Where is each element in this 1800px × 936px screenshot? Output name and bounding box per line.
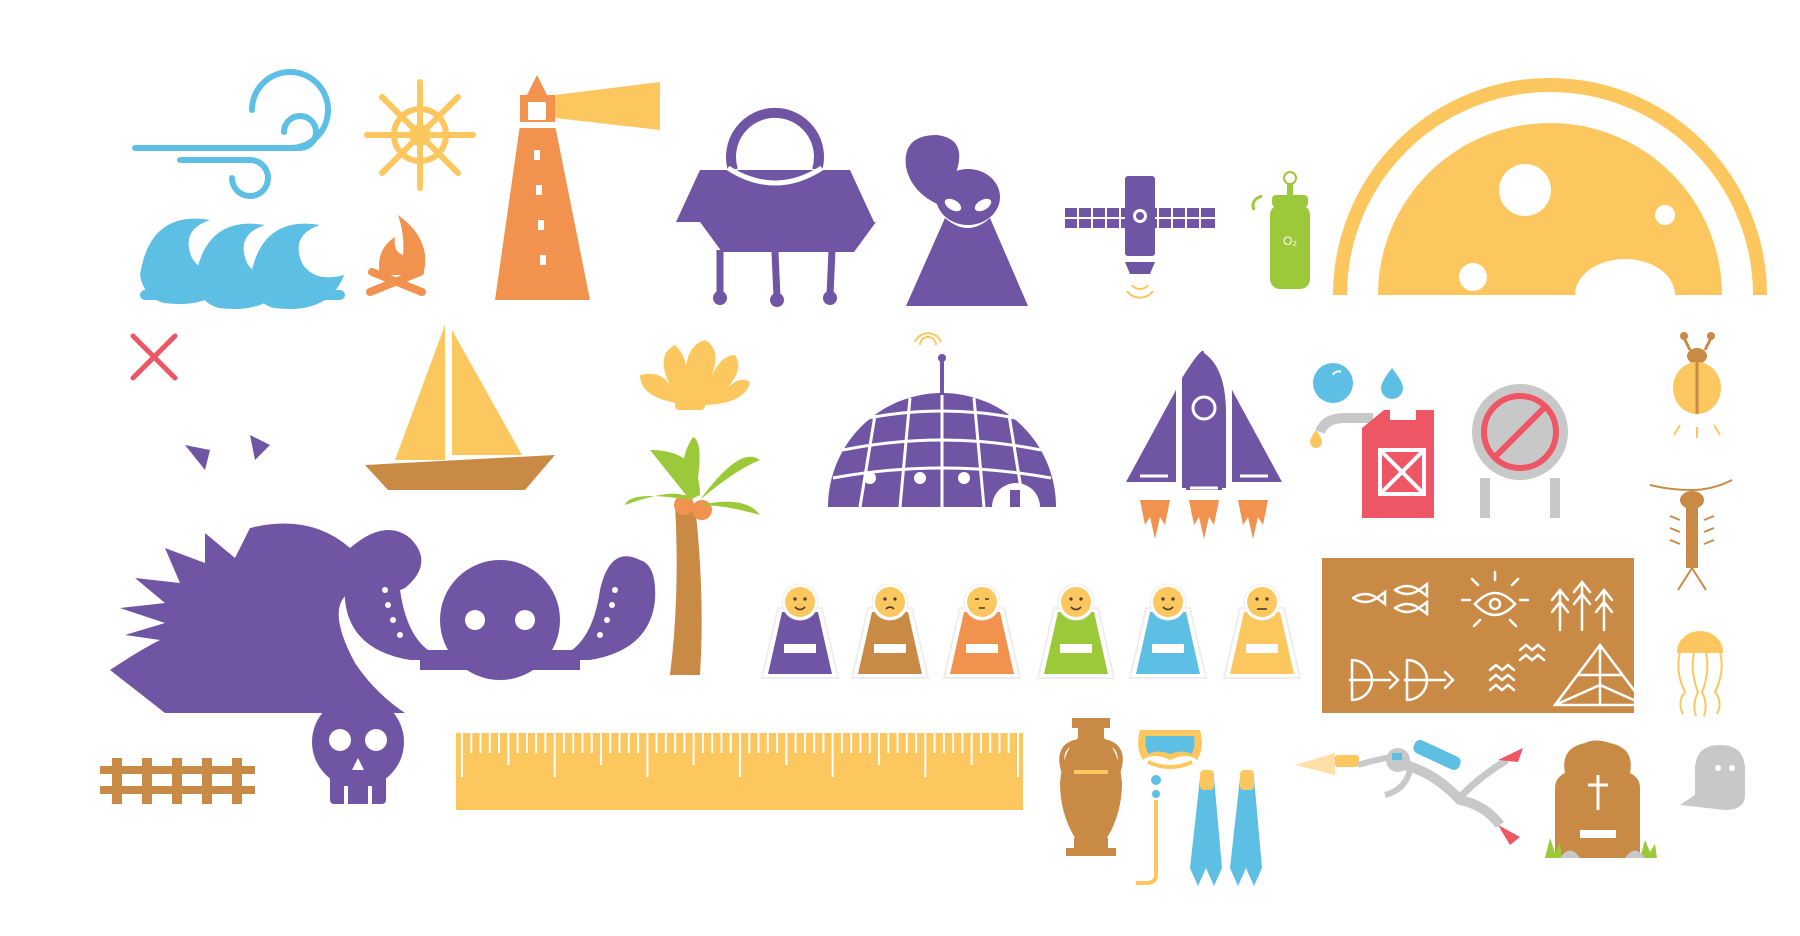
lighthouse-icon [495, 75, 660, 300]
fuel-can-icon [1315, 410, 1434, 518]
player-pawn [1222, 583, 1302, 679]
player-pawn [850, 583, 930, 679]
oxygen-label: O₂ [1283, 234, 1297, 248]
player-pawn [942, 583, 1022, 679]
no-entry-sign-icon [1472, 384, 1568, 518]
x-mark-icon [130, 333, 178, 381]
gravestone-icon [1545, 740, 1657, 858]
planet-icon [1333, 78, 1767, 296]
player-pawn [1128, 583, 1208, 679]
dome-base-icon [828, 332, 1056, 508]
player-pawns-icon [760, 583, 1302, 679]
palm-tree-icon [625, 437, 760, 675]
oxygen-tank-icon: O₂ [1251, 171, 1310, 289]
amphora-icon [1059, 718, 1123, 856]
waves-icon [140, 218, 345, 310]
diver-icon [1295, 740, 1523, 845]
player-pawn [760, 583, 840, 679]
ruler-icon [456, 733, 1023, 810]
ships-wheel-icon [364, 79, 476, 191]
player-pawn [1036, 583, 1116, 679]
icon-sheet: O₂ [100, 69, 1767, 886]
skull-icon [312, 696, 404, 804]
cave-paintings-icon [1322, 558, 1648, 713]
firefly-icon [1673, 332, 1721, 438]
shrimp-icon [1649, 479, 1733, 591]
alien-icon [905, 135, 1028, 306]
ghost-icon [1680, 745, 1745, 810]
jellyfish-icon [1676, 631, 1724, 717]
seashell-icon [640, 340, 750, 410]
octopus-icon [344, 556, 656, 680]
campfire-icon [366, 215, 426, 296]
wind-icon [132, 69, 331, 199]
rocket-icon [1126, 350, 1282, 539]
snorkel-gear-icon [1136, 730, 1262, 886]
ufo-icon [676, 107, 876, 307]
sailboat-icon [365, 325, 555, 490]
wooden-fence-icon [100, 758, 255, 804]
satellite-icon [1065, 176, 1215, 299]
